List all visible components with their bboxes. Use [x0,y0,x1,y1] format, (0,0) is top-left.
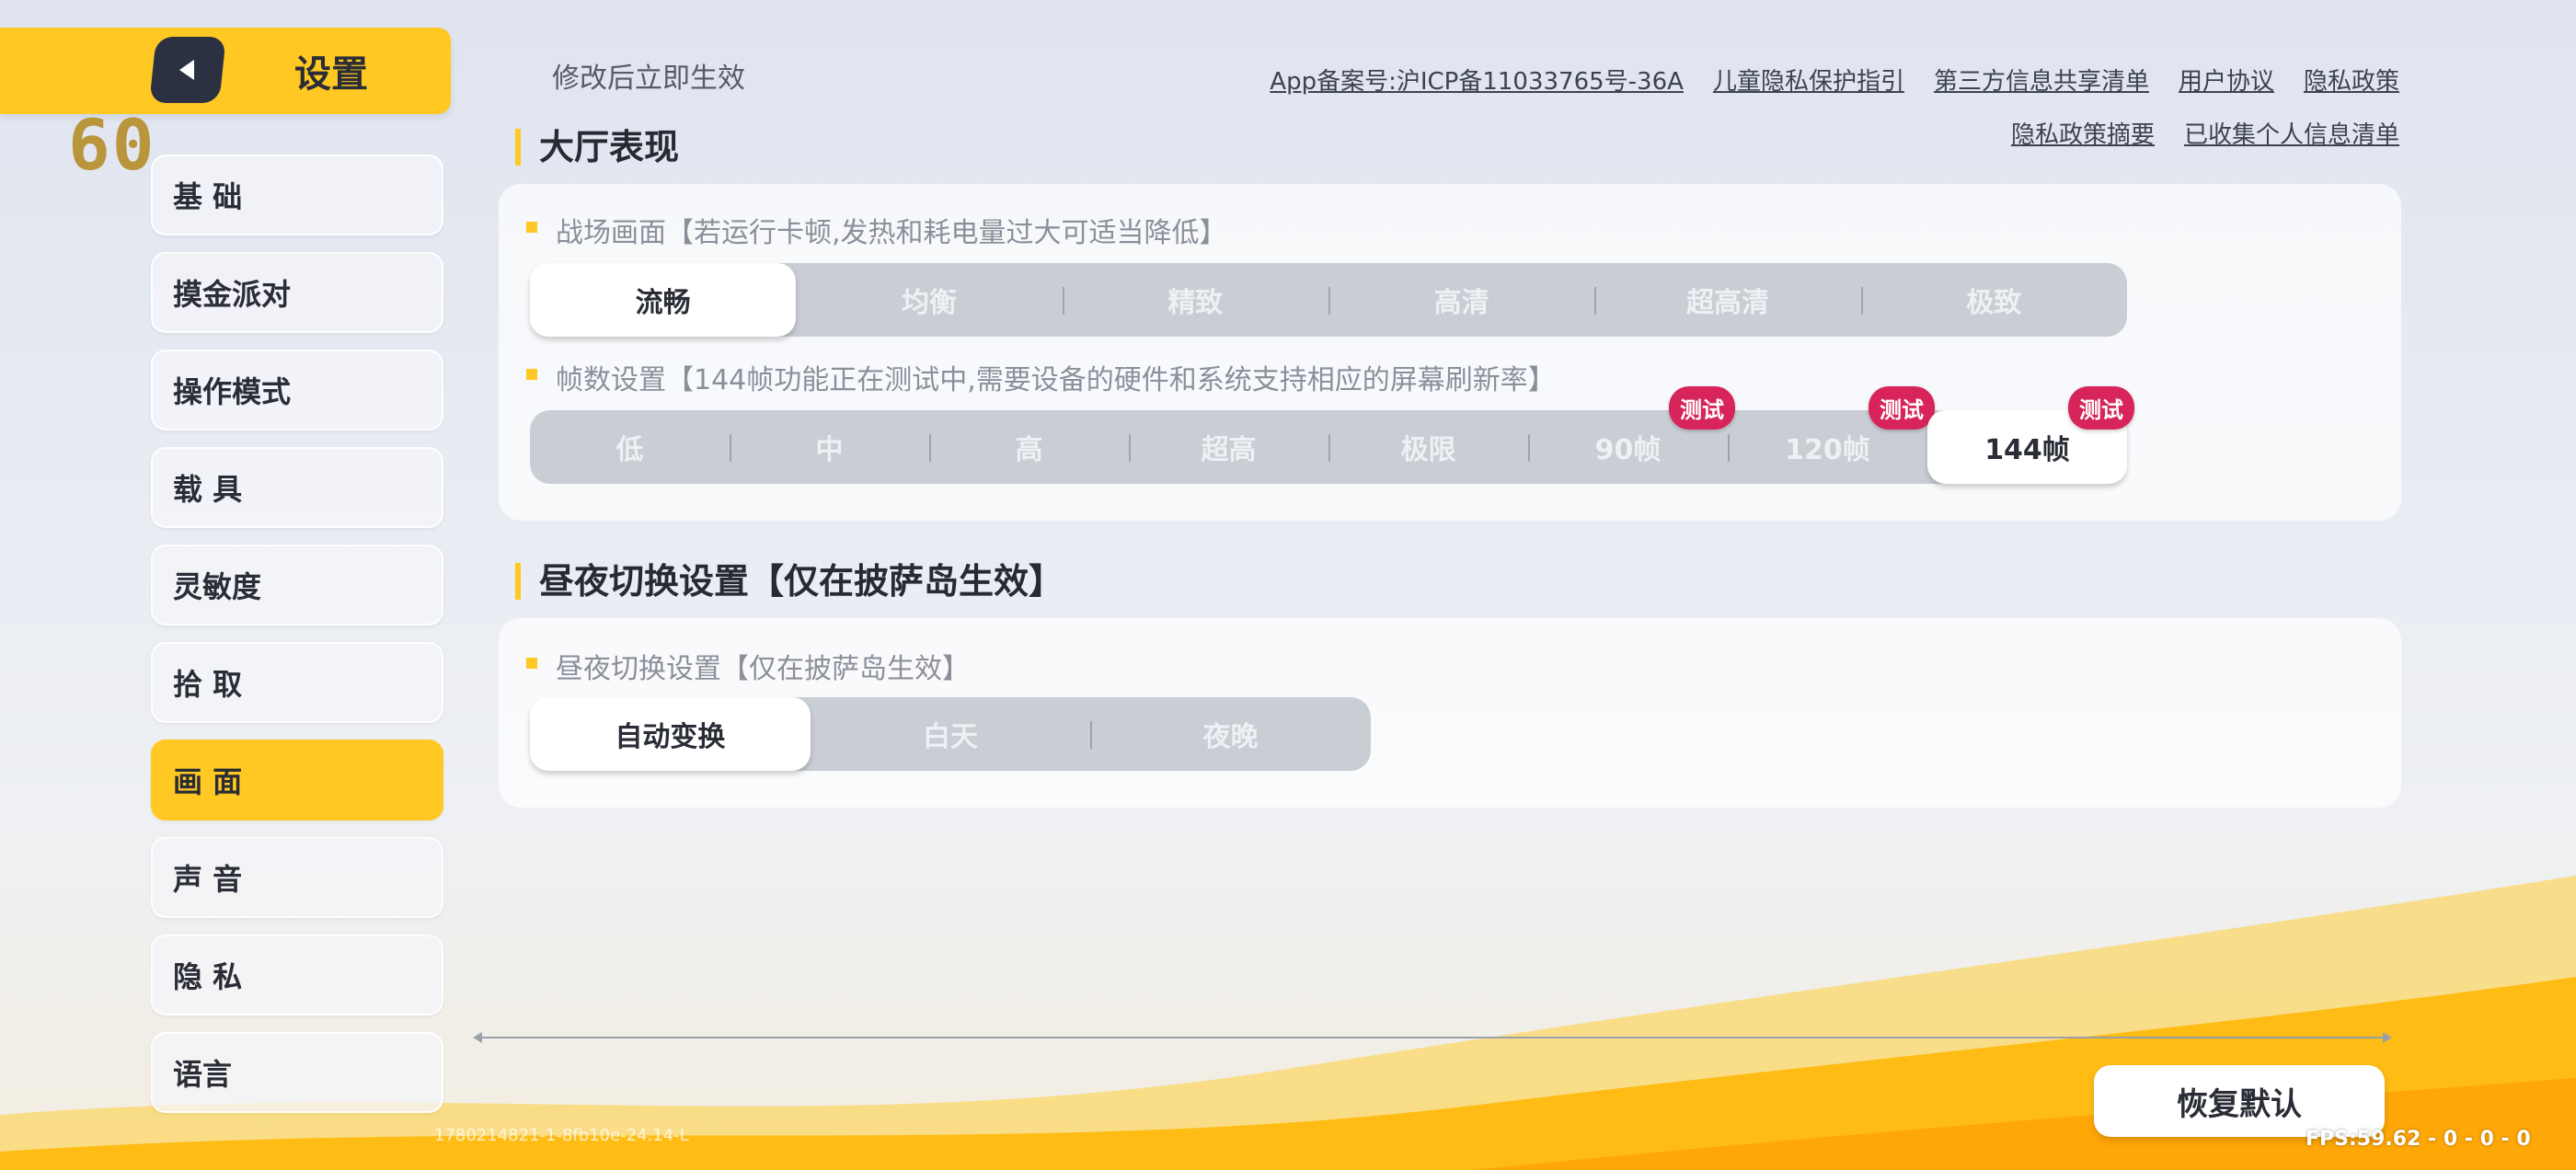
privacy-summary-link[interactable]: 隐私政策摘要 [2011,116,2155,150]
apply-hint: 修改后立即生效 [552,63,745,95]
sidebar-item-control-mode[interactable]: 操作模式 [151,350,443,430]
settings-sidebar: 基 础 摸金派对 操作模式 载 具 灵敏度 拾 取 画 面 声 音 隐 私 语言 [151,155,443,1130]
reset-default-button[interactable]: 恢复默认 [2094,1065,2385,1137]
legal-links-row: 隐私政策摘要 已收集个人信息清单 [2011,116,2399,150]
sidebar-item-party[interactable]: 摸金派对 [151,252,443,333]
framerate-option-144[interactable]: 144帧 测试 [1927,386,2134,484]
settings-title-tab [0,28,451,114]
graphics-option-balanced[interactable]: 均衡 [796,263,1062,337]
framerate-option-90[interactable]: 90帧 测试 [1528,386,1735,484]
sidebar-item-graphics[interactable]: 画 面 [151,740,443,820]
legal-links-row: App备案号:沪ICP备11033765号-36A 儿童隐私保护指引 第三方信息… [1270,63,2399,97]
daynight-option-day[interactable]: 白天 [811,697,1091,771]
framerate-selector: 低 中 高 超高 极限 90帧 测试 120帧 测试 144帧 测试 [530,386,2134,484]
graphics-option-fine[interactable]: 精致 [1062,263,1328,337]
framerate-option-max[interactable]: 极限 [1328,410,1528,484]
sidebar-item-basic[interactable]: 基 础 [151,155,443,235]
sidebar-item-privacy[interactable]: 隐 私 [151,935,443,1015]
framerate-option-ultra[interactable]: 超高 [1129,410,1328,484]
graphics-option-ultra-hd[interactable]: 超高清 [1594,263,1860,337]
daynight-selector: 自动变换 白天 夜晚 [530,697,1371,771]
test-badge: 测试 [1869,386,1935,430]
version-string: 1780214821-1-8fb10e-24.14-L [434,1126,689,1145]
sidebar-item-label: 画 面 [173,764,243,799]
graphics-quality-label: 战场画面【若运行卡顿,发热和耗电量过大可适当降低】 [526,210,1227,250]
framerate-option-low[interactable]: 低 [530,410,730,484]
framerate-option-120[interactable]: 120帧 测试 [1728,386,1935,484]
daynight-option-night[interactable]: 夜晚 [1090,697,1371,771]
sidebar-item-label: 基 础 [173,179,243,214]
back-arrow-icon [179,60,194,80]
sidebar-item-sensitivity[interactable]: 灵敏度 [151,545,443,625]
sidebar-item-label: 语言 [173,1057,233,1092]
page-title: 设置 [294,53,368,96]
sidebar-item-label: 摸金派对 [173,277,292,312]
third-party-sharing-link[interactable]: 第三方信息共享清单 [1934,63,2149,97]
privacy-policy-link[interactable]: 隐私政策 [2304,63,2399,97]
sidebar-item-language[interactable]: 语言 [151,1032,443,1113]
sidebar-item-label: 拾 取 [173,667,243,702]
sidebar-item-label: 灵敏度 [173,569,262,604]
graphics-quality-selector: 流畅 均衡 精致 高清 超高清 极致 [530,263,2127,337]
framerate-option-high[interactable]: 高 [929,410,1129,484]
test-badge: 测试 [1669,386,1735,430]
footer-divider [473,1032,2392,1043]
sidebar-item-label: 操作模式 [173,374,292,409]
sidebar-item-pickup[interactable]: 拾 取 [151,642,443,723]
fps-counter: FPS:59.62 - 0 - 0 - 0 [2306,1128,2531,1151]
fps-overlay: 60 [68,104,156,186]
lobby-panel: 战场画面【若运行卡顿,发热和耗电量过大可适当降低】 流畅 均衡 精致 高清 超高… [499,184,2401,521]
icp-link[interactable]: App备案号:沪ICP备11033765号-36A [1270,63,1684,97]
graphics-option-extreme[interactable]: 极致 [1860,263,2127,337]
sidebar-item-vehicle[interactable]: 载 具 [151,447,443,528]
daynight-label: 昼夜切换设置【仅在披萨岛生效】 [526,646,970,686]
test-badge: 测试 [2068,386,2134,430]
sidebar-item-label: 载 具 [173,472,243,507]
framerate-option-medium[interactable]: 中 [730,410,929,484]
user-agreement-link[interactable]: 用户协议 [2179,63,2274,97]
section-title-lobby: 大厅表现 [515,129,679,166]
sidebar-item-label: 声 音 [173,862,243,897]
framerate-option-label: 120帧 [1785,434,1870,466]
collected-info-link[interactable]: 已收集个人信息清单 [2184,116,2399,150]
framerate-label: 帧数设置【144帧功能正在测试中,需要设备的硬件和系统支持相应的屏幕刷新率】 [526,357,1556,397]
sidebar-item-sound[interactable]: 声 音 [151,837,443,918]
daynight-panel: 昼夜切换设置【仅在披萨岛生效】 自动变换 白天 夜晚 [499,618,2401,808]
back-button[interactable] [149,37,226,103]
graphics-option-hd[interactable]: 高清 [1328,263,1594,337]
child-privacy-link[interactable]: 儿童隐私保护指引 [1713,63,1904,97]
framerate-option-label: 144帧 [1984,434,2070,466]
sidebar-item-label: 隐 私 [173,959,243,994]
daynight-option-auto[interactable]: 自动变换 [530,697,811,771]
graphics-option-smooth[interactable]: 流畅 [530,263,797,337]
framerate-option-label: 90帧 [1594,434,1662,466]
section-title-daynight: 昼夜切换设置【仅在披萨岛生效】 [515,563,1064,600]
